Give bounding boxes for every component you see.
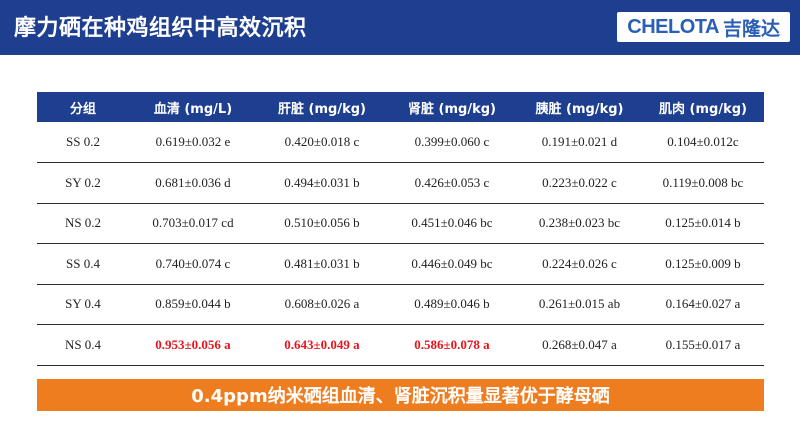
cell-serum: 0.619±0.032 e xyxy=(129,122,257,163)
brand-name-cn: 吉隆达 xyxy=(722,17,780,40)
column-header-kidney: 肾脏 (mg/kg) xyxy=(408,101,496,117)
cell-liver: 0.510±0.056 b xyxy=(257,203,387,244)
cell-pancreas: 0.261±0.015 ab xyxy=(517,284,642,325)
cell-liver-highlight: 0.643±0.049 a xyxy=(257,324,387,366)
cell-serum: 0.859±0.044 b xyxy=(129,284,257,325)
cell-pancreas: 0.268±0.047 a xyxy=(517,324,642,366)
cell-muscle: 0.119±0.008 bc xyxy=(642,162,764,204)
selenium-deposition-table: 分组 血清 (mg/L) 肝脏 (mg/kg) 肾脏 (mg/kg) 胰脏 (m… xyxy=(37,92,764,366)
cell-liver: 0.608±0.026 a xyxy=(257,284,387,325)
cell-kidney: 0.451±0.046 bc xyxy=(387,203,517,244)
cell-kidney: 0.489±0.046 b xyxy=(387,284,517,325)
cell-group: SS 0.2 xyxy=(37,122,129,163)
cell-muscle: 0.164±0.027 a xyxy=(642,284,764,325)
column-header-pancreas: 胰脏 (mg/kg) xyxy=(535,101,624,117)
cell-pancreas: 0.223±0.022 c xyxy=(517,162,642,204)
cell-group: SS 0.4 xyxy=(37,243,129,285)
cell-serum: 0.703±0.017 cd xyxy=(129,203,257,244)
data-table-container: 分组 血清 (mg/L) 肝脏 (mg/kg) 肾脏 (mg/kg) 胰脏 (m… xyxy=(37,92,764,366)
cell-liver: 0.420±0.018 c xyxy=(257,122,387,163)
column-header-serum: 血清 (mg/L) xyxy=(153,101,233,117)
table-row: NS 0.4 0.953±0.056 a 0.643±0.049 a 0.586… xyxy=(37,324,764,366)
table-header-row: 分组 血清 (mg/L) 肝脏 (mg/kg) 肾脏 (mg/kg) 胰脏 (m… xyxy=(37,92,764,122)
cell-pancreas: 0.224±0.026 c xyxy=(517,243,642,285)
cell-liver: 0.494±0.031 b xyxy=(257,162,387,204)
cell-group: SY 0.2 xyxy=(37,162,129,204)
column-header-muscle: 肌肉 (mg/kg) xyxy=(659,101,747,117)
table-row: SS 0.2 0.619±0.032 e 0.420±0.018 c 0.399… xyxy=(37,122,764,163)
cell-pancreas: 0.191±0.021 d xyxy=(517,122,642,163)
column-header-group: 分组 xyxy=(69,101,96,117)
table-row: SS 0.4 0.740±0.074 c 0.481±0.031 b 0.446… xyxy=(37,243,764,285)
cell-kidney: 0.399±0.060 c xyxy=(387,122,517,163)
cell-group: NS 0.2 xyxy=(37,203,129,244)
conclusion-text: 0.4ppm纳米硒组血清、肾脏沉积量显著优于酵母硒 xyxy=(191,386,610,407)
conclusion-banner: 0.4ppm纳米硒组血清、肾脏沉积量显著优于酵母硒 xyxy=(37,379,764,411)
cell-kidney: 0.446±0.049 bc xyxy=(387,243,517,285)
table-row: NS 0.2 0.703±0.017 cd 0.510±0.056 b 0.45… xyxy=(37,203,764,244)
brand-logo: CHELOTA 吉隆达 xyxy=(617,12,790,42)
cell-kidney-highlight: 0.586±0.078 a xyxy=(387,324,517,366)
cell-muscle: 0.125±0.014 b xyxy=(642,203,764,244)
column-header-liver: 肝脏 (mg/kg) xyxy=(278,101,366,117)
table-row: SY 0.4 0.859±0.044 b 0.608±0.026 a 0.489… xyxy=(37,284,764,325)
cell-liver: 0.481±0.031 b xyxy=(257,243,387,285)
cell-serum: 0.740±0.074 c xyxy=(129,243,257,285)
cell-group: SY 0.4 xyxy=(37,284,129,325)
cell-muscle: 0.125±0.009 b xyxy=(642,243,764,285)
cell-group: NS 0.4 xyxy=(37,324,129,366)
title-bar: 摩力硒在种鸡组织中高效沉积 CHELOTA 吉隆达 xyxy=(0,0,800,55)
cell-pancreas: 0.238±0.023 bc xyxy=(517,203,642,244)
cell-serum-highlight: 0.953±0.056 a xyxy=(129,324,257,366)
cell-serum: 0.681±0.036 d xyxy=(129,162,257,204)
table-row: SY 0.2 0.681±0.036 d 0.494±0.031 b 0.426… xyxy=(37,162,764,204)
cell-muscle: 0.104±0.012c xyxy=(642,122,764,163)
cell-kidney: 0.426±0.053 c xyxy=(387,162,517,204)
page-title: 摩力硒在种鸡组织中高效沉积 xyxy=(14,16,307,41)
brand-name-en: CHELOTA xyxy=(627,15,719,38)
cell-muscle: 0.155±0.017 a xyxy=(642,324,764,366)
